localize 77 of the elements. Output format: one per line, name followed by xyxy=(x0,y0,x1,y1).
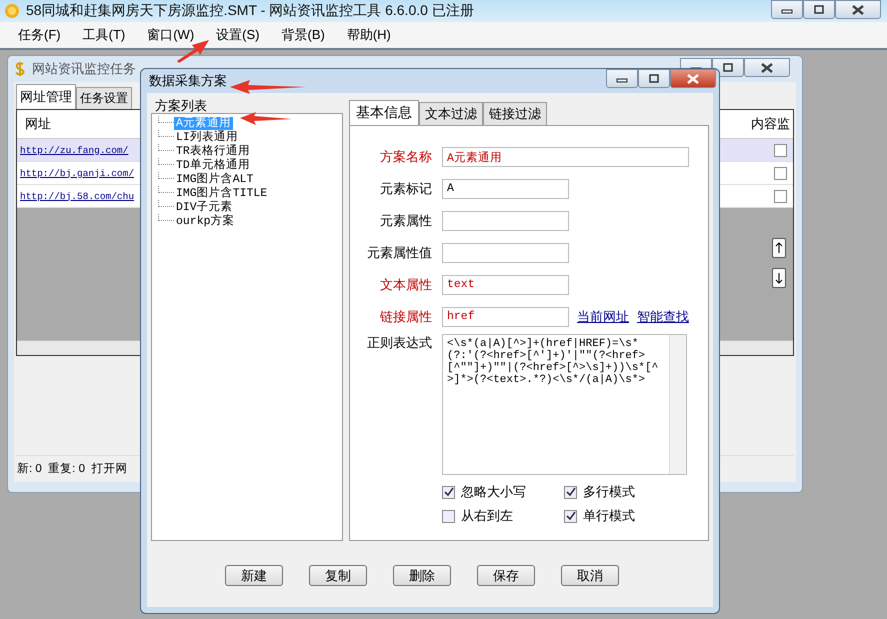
menu-item[interactable]: 任务(F) xyxy=(10,24,69,46)
tree-item[interactable]: DIV子元素 xyxy=(174,200,235,214)
menu-item[interactable]: 设置(S) xyxy=(208,24,268,46)
maximize-button[interactable] xyxy=(803,0,835,19)
close-icon xyxy=(686,74,700,84)
window-title: 58同城和赶集网房天下房源监控.SMT - 网站资讯监控工具 6.6.0.0 已注册 xyxy=(26,2,474,20)
url-link[interactable]: http://bj.58.com/chu xyxy=(17,190,134,202)
menu-item[interactable]: 窗口(W) xyxy=(139,24,202,46)
down-arrow-icon xyxy=(775,272,783,284)
checkbox-label: 从右到左 xyxy=(461,507,513,525)
field-label: 链接属性 xyxy=(379,308,432,326)
tree-item[interactable]: IMG图片含ALT xyxy=(174,172,256,186)
field-label: 正则表达式 xyxy=(366,334,432,352)
close-icon xyxy=(760,62,774,72)
column-header: 内容监 xyxy=(751,115,791,133)
link[interactable]: 当前网址 xyxy=(577,308,629,326)
tab[interactable]: 基本信息 xyxy=(349,100,419,125)
group-title: 方案列表 xyxy=(154,99,208,113)
input-field[interactable] xyxy=(442,211,569,231)
field-label: 元素属性值 xyxy=(366,244,432,262)
move-down-button[interactable] xyxy=(772,268,786,288)
input-field[interactable]: A元素通用 xyxy=(442,147,689,167)
field-label: 元素属性 xyxy=(379,212,432,230)
checkbox-label: 单行模式 xyxy=(583,507,635,525)
input-field[interactable]: href xyxy=(442,307,569,327)
field-label: 元素标记 xyxy=(379,180,432,198)
input-field[interactable] xyxy=(442,243,569,263)
menu-item[interactable]: 背景(B) xyxy=(274,24,333,46)
field-label: 文本属性 xyxy=(379,276,432,294)
menu-item[interactable]: 工具(T) xyxy=(74,24,134,46)
app-icon xyxy=(4,3,20,19)
checkbox[interactable] xyxy=(774,190,787,202)
dollar-icon xyxy=(14,61,26,77)
checkbox[interactable] xyxy=(774,166,787,180)
tab[interactable]: 链接过滤 xyxy=(483,102,547,125)
tree-item[interactable]: TD单元格通用 xyxy=(174,158,252,172)
tab[interactable]: 任务设置 xyxy=(76,87,132,109)
checkbox[interactable] xyxy=(564,486,577,498)
dialog-button[interactable]: 新建 xyxy=(225,565,283,586)
tree-item[interactable]: ourkp方案 xyxy=(174,214,237,228)
checkbox[interactable] xyxy=(564,510,577,522)
up-arrow-icon xyxy=(775,242,783,254)
field-label: 方案名称 xyxy=(379,148,432,166)
checkbox-label: 多行模式 xyxy=(583,483,635,501)
tree-item[interactable]: LI列表通用 xyxy=(174,130,240,144)
checkbox[interactable] xyxy=(442,510,455,522)
dialog-button[interactable]: 复制 xyxy=(309,565,367,586)
maximize-icon xyxy=(648,74,660,84)
dialog-button[interactable]: 取消 xyxy=(561,565,619,586)
close-icon xyxy=(851,4,865,14)
dialog-button[interactable]: 删除 xyxy=(393,565,451,586)
tree-item[interactable]: TR表格行通用 xyxy=(174,144,252,158)
link[interactable]: 智能查找 xyxy=(637,308,689,326)
maximize-button[interactable] xyxy=(638,69,670,88)
input-field[interactable]: text xyxy=(442,275,569,295)
input-field[interactable]: A xyxy=(442,179,569,199)
close-button[interactable] xyxy=(744,58,790,77)
tab[interactable]: 网址管理 xyxy=(16,84,76,109)
maximize-icon xyxy=(722,62,734,72)
maximize-icon xyxy=(813,4,825,14)
move-up-button[interactable] xyxy=(772,238,786,258)
close-button[interactable] xyxy=(670,69,716,88)
regex-field[interactable]: <\s*(a|A)[^>]+(href|HREF)=\s*(?:'(?<href>[^']+)'|""(?<href>[^""]+)""|(?<href>[^>\s]+))\s*[^>]*>(?<text>.*?)<\s*/(a|A)\s*> xyxy=(442,334,687,475)
tree-item[interactable]: IMG图片含TITLE xyxy=(174,186,270,200)
checkbox[interactable] xyxy=(774,144,787,156)
dialog-title: 数据采集方案 xyxy=(148,72,227,90)
checkbox[interactable] xyxy=(442,486,455,498)
close-button[interactable] xyxy=(835,0,881,19)
column-header: 网址 xyxy=(24,115,51,133)
window-title: 网站资讯监控任务 xyxy=(32,60,136,78)
tab[interactable]: 文本过滤 xyxy=(419,102,483,125)
menu-item[interactable]: 帮助(H) xyxy=(338,24,399,46)
dialog-button[interactable]: 保存 xyxy=(477,565,535,586)
maximize-button[interactable] xyxy=(712,58,744,77)
url-link[interactable]: http://bj.ganji.com/ xyxy=(17,168,134,178)
checkbox-label: 忽略大小写 xyxy=(461,483,526,501)
url-link[interactable]: http://zu.fang.com/ xyxy=(17,144,128,156)
